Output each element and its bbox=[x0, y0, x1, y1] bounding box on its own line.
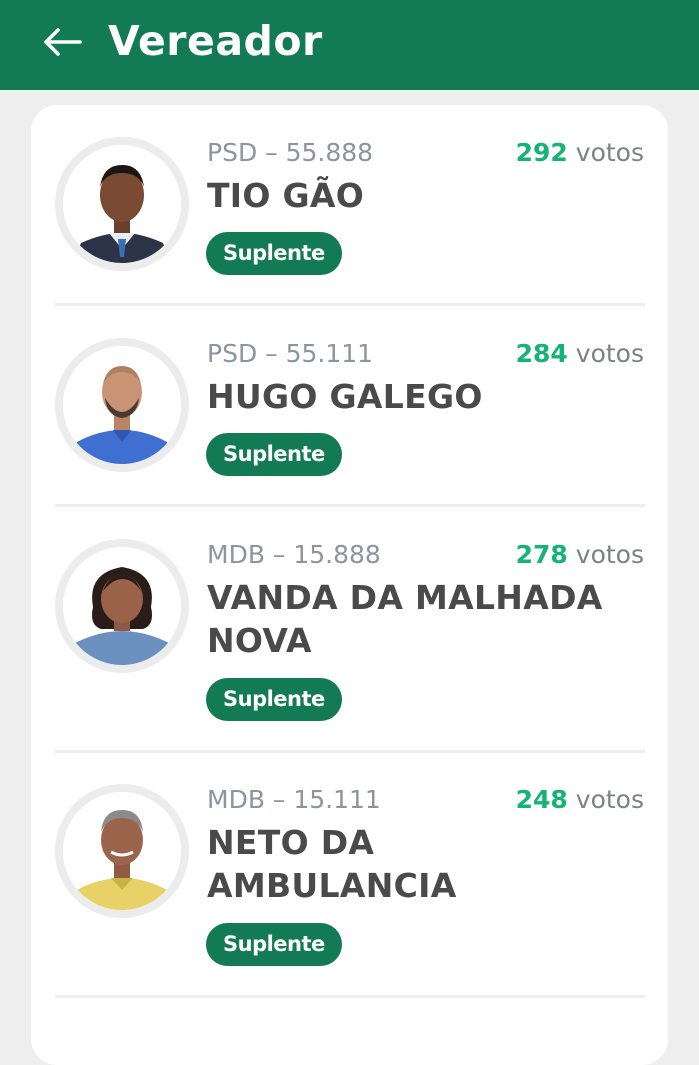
votes-count: 292 votos bbox=[516, 137, 644, 169]
candidate-name: TIO GÃO bbox=[207, 176, 365, 215]
avatar bbox=[55, 539, 189, 673]
divider bbox=[55, 995, 645, 998]
status-badge[interactable]: Suplente bbox=[206, 678, 342, 721]
votes-label: votos bbox=[575, 138, 644, 167]
back-button[interactable] bbox=[40, 22, 84, 62]
party-number: PSD – 55.111 bbox=[207, 339, 374, 368]
party-number: PSD – 55.888 bbox=[207, 138, 374, 167]
status-badge[interactable]: Suplente bbox=[206, 232, 342, 275]
status-badge[interactable]: Suplente bbox=[206, 433, 342, 476]
votes-count: 284 votos bbox=[516, 338, 644, 370]
app-bar: Vereador bbox=[0, 0, 699, 90]
page-title: Vereador bbox=[108, 17, 323, 65]
party-number: MDB – 15.111 bbox=[207, 785, 381, 814]
candidate-photo bbox=[63, 792, 181, 910]
votes-number: 284 bbox=[515, 339, 568, 368]
candidate-list-card: PSD – 55.888 292 votos TIO GÃO Suplente bbox=[31, 105, 668, 1065]
candidate-name: HUGO GALEGO bbox=[207, 377, 483, 416]
candidate-photo bbox=[63, 145, 181, 263]
votes-label: votos bbox=[575, 785, 644, 814]
candidate-photo bbox=[63, 547, 181, 665]
divider bbox=[55, 504, 645, 507]
votes-label: votos bbox=[575, 540, 644, 569]
candidate-name: VANDA DA MALHADA NOVA bbox=[207, 578, 603, 660]
votes-count: 248 votos bbox=[516, 784, 644, 816]
votes-label: votos bbox=[575, 339, 644, 368]
avatar bbox=[55, 137, 189, 271]
avatar bbox=[55, 338, 189, 472]
votes-count: 278 votos bbox=[516, 539, 644, 571]
avatar bbox=[55, 784, 189, 918]
votes-number: 248 bbox=[515, 785, 568, 814]
votes-number: 292 bbox=[515, 138, 568, 167]
status-badge[interactable]: Suplente bbox=[206, 923, 342, 966]
divider bbox=[55, 750, 645, 753]
candidate-name: NETO DA AMBULANCIA bbox=[207, 823, 457, 905]
party-number: MDB – 15.888 bbox=[207, 540, 381, 569]
arrow-left-icon bbox=[44, 28, 82, 56]
votes-number: 278 bbox=[515, 540, 568, 569]
divider bbox=[55, 303, 645, 306]
candidate-photo bbox=[63, 346, 181, 464]
